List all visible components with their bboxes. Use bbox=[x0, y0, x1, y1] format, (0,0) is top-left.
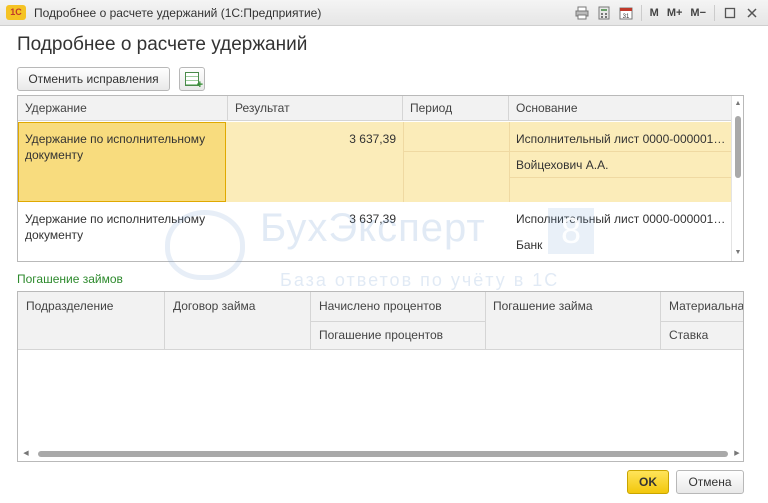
window-title: Подробнее о расчете удержаний (1С:Предпр… bbox=[34, 6, 322, 20]
separator bbox=[640, 5, 642, 21]
separator bbox=[714, 5, 715, 21]
column-header-period[interactable]: Период bbox=[403, 96, 509, 121]
deductions-table: Удержание Результат Период Основание Уде… bbox=[17, 95, 744, 262]
column-header-department[interactable]: Подразделение bbox=[18, 299, 164, 313]
row2-result: 3 637,39 bbox=[349, 212, 396, 226]
calendar-icon[interactable]: 31 bbox=[616, 3, 636, 23]
scroll-thumb[interactable] bbox=[38, 451, 728, 457]
row1-period bbox=[403, 127, 509, 137]
close-icon[interactable] bbox=[742, 3, 762, 23]
column-header-loan-repayment[interactable]: Погашение займа bbox=[485, 299, 661, 313]
loans-table-header: Подразделение Договор займа Начислено пр… bbox=[18, 292, 743, 350]
scroll-down-icon[interactable]: ▼ bbox=[732, 247, 743, 259]
cell-divider bbox=[403, 151, 733, 152]
print-icon[interactable] bbox=[572, 3, 592, 23]
column-header-loan-contract[interactable]: Договор займа bbox=[165, 299, 311, 313]
row1-deduction-line2: документу bbox=[25, 148, 84, 162]
table-header: Удержание Результат Период Основание bbox=[18, 96, 733, 121]
header-divider bbox=[164, 292, 165, 350]
title-bar-controls: 31 M M+ M− bbox=[572, 3, 762, 23]
memory-plus-button[interactable]: M+ bbox=[664, 3, 686, 23]
scroll-right-icon[interactable]: ▶ bbox=[731, 448, 743, 460]
column-header-deduction[interactable]: Удержание bbox=[18, 96, 228, 121]
calendar-day: 31 bbox=[622, 14, 629, 20]
watermark-subtitle: База ответов по учёту в 1С bbox=[280, 270, 560, 290]
table-add-button[interactable] bbox=[179, 67, 205, 91]
column-header-interest-accrued[interactable]: Начислено процентов bbox=[311, 299, 485, 313]
page-title: Подробнее о расчете удержаний bbox=[17, 34, 308, 55]
row1-basis-line1: Исполнительный лист 0000-000001 ... bbox=[516, 132, 727, 146]
cancel-button[interactable]: Отмена bbox=[676, 470, 744, 494]
ok-button[interactable]: OK bbox=[627, 470, 669, 494]
row2-deduction-line2: документу bbox=[25, 228, 84, 242]
column-header-basis[interactable]: Основание bbox=[509, 96, 733, 121]
memory-minus-button[interactable]: M− bbox=[687, 3, 709, 23]
maximize-icon[interactable] bbox=[720, 3, 740, 23]
scroll-up-icon[interactable]: ▲ bbox=[732, 98, 743, 110]
scroll-thumb[interactable] bbox=[735, 116, 741, 178]
revert-changes-button[interactable]: Отменить исправления bbox=[17, 67, 170, 91]
loans-section-label: Погашение займов bbox=[17, 272, 123, 286]
column-header-material[interactable]: Материальная bbox=[661, 299, 743, 313]
row2-basis-line2: Банк bbox=[516, 238, 543, 252]
row2-period bbox=[403, 207, 509, 217]
row1-result: 3 637,39 bbox=[349, 132, 396, 146]
window-title-bar: 1С Подробнее о расчете удержаний (1С:Пре… bbox=[0, 0, 768, 26]
horizontal-scrollbar[interactable]: ◀ ▶ bbox=[18, 447, 743, 461]
row2-basis-line1: Исполнительный лист 0000-000001 ... bbox=[516, 212, 727, 226]
column-header-rate[interactable]: Ставка bbox=[661, 328, 743, 342]
vertical-scrollbar[interactable]: ▲ ▼ bbox=[731, 96, 743, 261]
loans-table: Подразделение Договор займа Начислено пр… bbox=[17, 291, 744, 462]
table-add-icon bbox=[185, 72, 203, 91]
app-logo: 1С bbox=[6, 5, 26, 20]
cell-divider bbox=[509, 177, 733, 178]
column-header-interest-repayment[interactable]: Погашение процентов bbox=[311, 328, 485, 342]
header-divider bbox=[660, 321, 743, 322]
header-divider bbox=[485, 292, 486, 350]
calculator-icon[interactable] bbox=[594, 3, 614, 23]
column-header-result[interactable]: Результат bbox=[228, 96, 403, 121]
header-divider bbox=[310, 321, 485, 322]
row1-basis-line2: Войцехович А.А. bbox=[516, 158, 609, 172]
scroll-left-icon[interactable]: ◀ bbox=[20, 448, 32, 460]
memory-button[interactable]: M bbox=[647, 3, 662, 23]
